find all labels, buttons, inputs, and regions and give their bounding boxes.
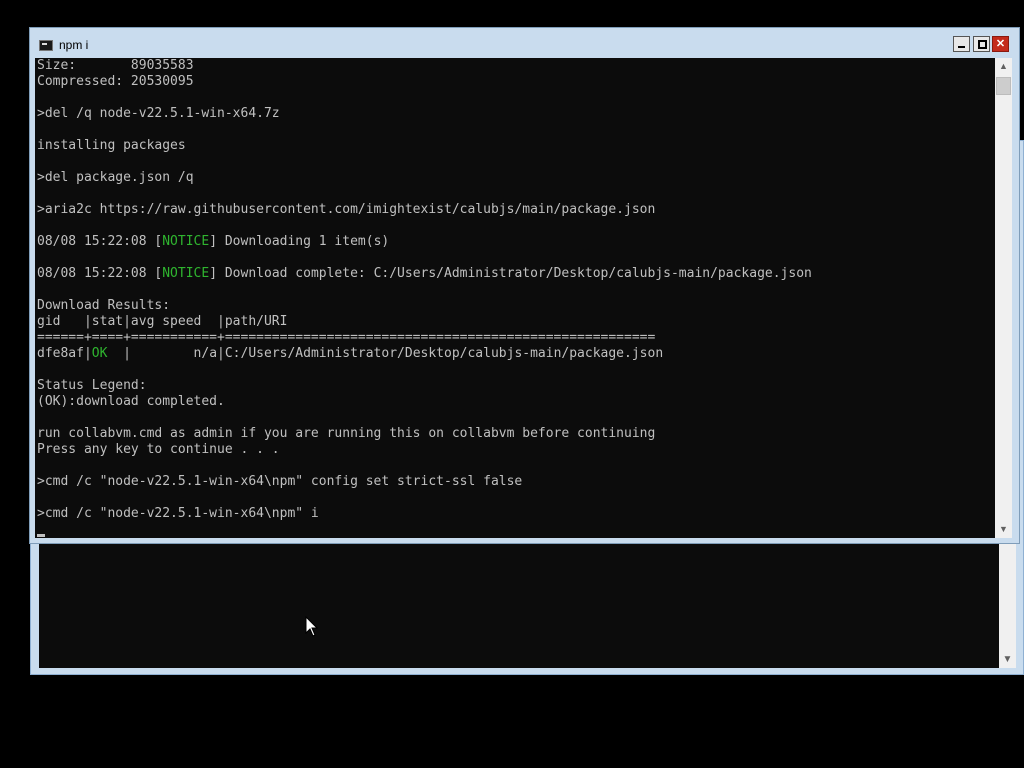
console-text: Status Legend: bbox=[37, 378, 147, 393]
console-line: >aria2c https://raw.githubusercontent.co… bbox=[37, 202, 996, 218]
scroll-up-arrow-icon[interactable]: ▲ bbox=[995, 58, 1012, 75]
console-text: 08/08 15:22:08 [ bbox=[37, 266, 163, 281]
console-highlight-text: NOTICE bbox=[162, 234, 210, 249]
console-text: >cmd /c "node-v22.5.1-win-x64\npm" confi… bbox=[37, 474, 523, 489]
console-text: >del /q node-v22.5.1-win-x64.7z bbox=[37, 106, 280, 121]
console-line: Status Legend: bbox=[37, 378, 996, 394]
console-text: >del package.json /q bbox=[37, 170, 194, 185]
scroll-down-arrow-icon[interactable]: ▼ bbox=[999, 651, 1016, 668]
console-text: ] Download complete: C:/Users/Administra… bbox=[209, 266, 812, 281]
console-highlight-text: NOTICE bbox=[162, 266, 210, 281]
console-text: dfe8af| bbox=[37, 346, 92, 361]
console-text: 08/08 15:22:08 [ bbox=[37, 234, 163, 249]
console-line: run collabvm.cmd as admin if you are run… bbox=[37, 426, 996, 442]
console-output[interactable]: Size: 89035583 Compressed: 20530095 >del /… bbox=[35, 58, 996, 538]
console-line: Size: 89035583 bbox=[37, 58, 996, 74]
console-line: dfe8af|OK | n/a|C:/Users/Administrator/D… bbox=[37, 346, 996, 362]
console-text: ] Downloading 1 item(s) bbox=[209, 234, 390, 249]
console-line: 08/08 15:22:08 [NOTICE] Download complet… bbox=[37, 266, 996, 282]
console-text: Size: 89035583 bbox=[37, 58, 194, 73]
console-text: (OK):download completed. bbox=[37, 394, 225, 409]
console-text: Compressed: 20530095 bbox=[37, 74, 194, 89]
console-line: >del package.json /q bbox=[37, 170, 996, 186]
console-text: installing packages bbox=[37, 138, 186, 153]
console-text: Download Results: bbox=[37, 298, 171, 313]
console-line: Compressed: 20530095 bbox=[37, 74, 996, 90]
console-text: ======+====+===========+================… bbox=[37, 330, 656, 345]
mouse-pointer-icon bbox=[305, 616, 318, 637]
console-line: 08/08 15:22:08 [NOTICE] Downloading 1 it… bbox=[37, 234, 996, 250]
console-line: gid |stat|avg speed |path/URI bbox=[37, 314, 996, 330]
console-text: | n/a|C:/Users/Administrator/Desktop/cal… bbox=[107, 346, 664, 361]
console-line: >del /q node-v22.5.1-win-x64.7z bbox=[37, 106, 996, 122]
close-button[interactable]: ✕ bbox=[992, 36, 1009, 52]
console-line: >cmd /c "node-v22.5.1-win-x64\npm" confi… bbox=[37, 474, 996, 490]
text-cursor bbox=[37, 534, 45, 537]
minimize-button[interactable] bbox=[953, 36, 970, 52]
console-window[interactable]: npm i ✕ Size: 89035583 Compressed: 205300… bbox=[29, 27, 1020, 544]
title-bar[interactable]: npm i ✕ bbox=[30, 28, 1019, 58]
console-text: gid |stat|avg speed |path/URI bbox=[37, 314, 288, 329]
console-text: >aria2c https://raw.githubusercontent.co… bbox=[37, 202, 656, 217]
console-line: (OK):download completed. bbox=[37, 394, 996, 410]
scroll-down-arrow-icon[interactable]: ▼ bbox=[995, 521, 1012, 538]
console-highlight-text: OK bbox=[91, 346, 108, 361]
console-line: Press any key to continue . . . bbox=[37, 442, 996, 458]
console-app-icon[interactable] bbox=[39, 40, 53, 51]
prompt-line bbox=[37, 522, 996, 538]
vertical-scrollbar[interactable]: ▲ ▼ bbox=[995, 58, 1012, 538]
window-title: npm i bbox=[59, 38, 89, 52]
console-line: >cmd /c "node-v22.5.1-win-x64\npm" i bbox=[37, 506, 996, 522]
console-text: >cmd /c "node-v22.5.1-win-x64\npm" i bbox=[37, 506, 319, 521]
console-text: Press any key to continue . . . bbox=[37, 442, 280, 457]
console-line: ======+====+===========+================… bbox=[37, 330, 996, 346]
console-line: Download Results: bbox=[37, 298, 996, 314]
console-lines: Size: 89035583 Compressed: 20530095 >del /… bbox=[37, 58, 996, 522]
console-text: run collabvm.cmd as admin if you are run… bbox=[37, 426, 656, 441]
console-line: installing packages bbox=[37, 138, 996, 154]
background-console-area[interactable] bbox=[39, 541, 1000, 668]
scroll-thumb[interactable] bbox=[996, 77, 1011, 95]
maximize-button[interactable] bbox=[973, 36, 990, 52]
